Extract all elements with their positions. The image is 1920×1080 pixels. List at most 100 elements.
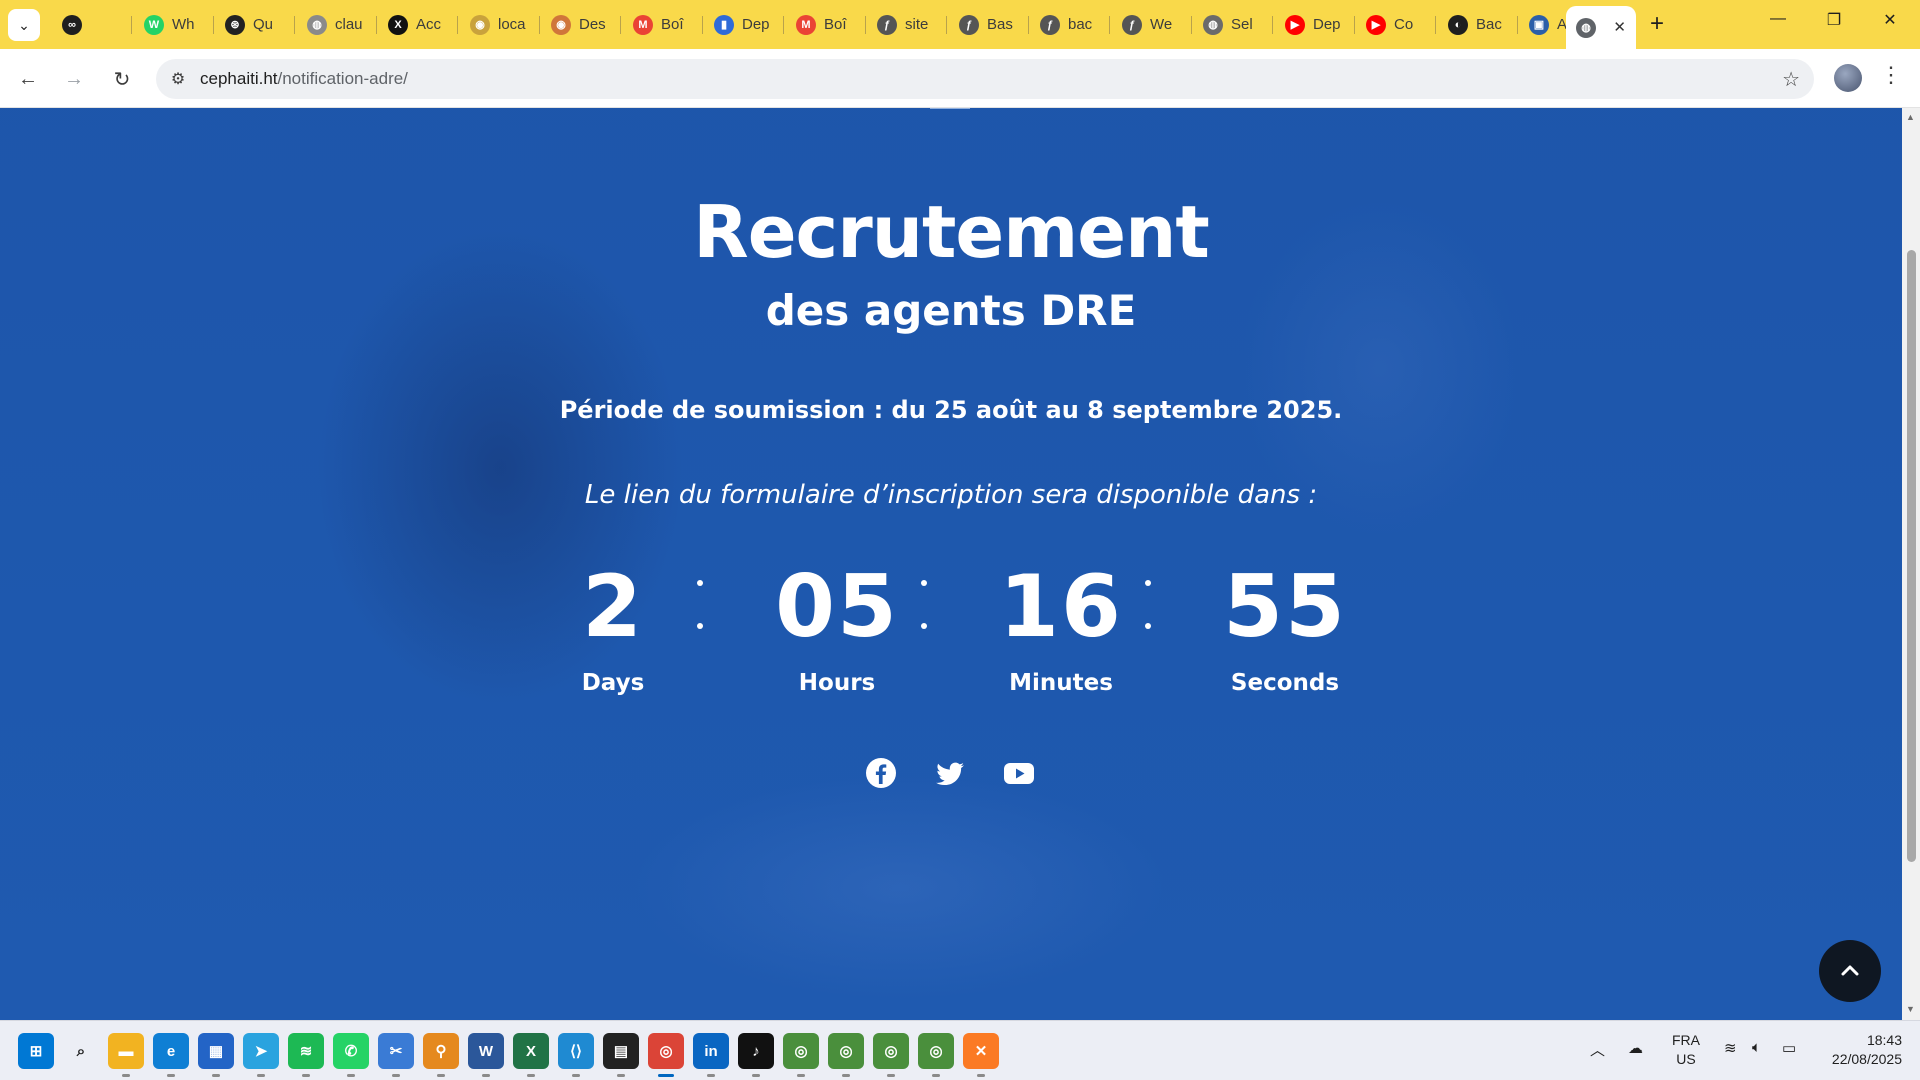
- search-icon[interactable]: ⌕: [63, 1033, 99, 1069]
- tab-0[interactable]: ∞: [52, 8, 132, 41]
- page-scrollbar[interactable]: ▲ ▼: [1902, 108, 1920, 1020]
- countdown-hours-value: 05: [775, 557, 899, 657]
- tab-8[interactable]: ▮ Dep: [704, 8, 784, 41]
- tab-separator: [1354, 16, 1355, 34]
- terminal-icon[interactable]: ▤: [603, 1033, 639, 1069]
- tab-17[interactable]: ◐ Bac: [1438, 8, 1518, 41]
- tab-15[interactable]: ▶ Dep: [1275, 8, 1355, 41]
- wifi-icon[interactable]: ≋: [1724, 1039, 1737, 1057]
- url-host: cephaiti.ht: [200, 69, 278, 88]
- tab-separator: [620, 16, 621, 34]
- tab-13[interactable]: ƒ We: [1112, 8, 1192, 41]
- running-indicator: [167, 1074, 175, 1077]
- site-info-icon[interactable]: ⚙: [160, 61, 196, 97]
- tab-1[interactable]: W Wh: [134, 8, 214, 41]
- edge-icon[interactable]: e: [153, 1033, 189, 1069]
- battery-icon[interactable]: ▭: [1782, 1039, 1796, 1057]
- tab-search-button[interactable]: ⌄: [8, 9, 40, 41]
- tab-4[interactable]: X Acc: [378, 8, 458, 41]
- scroll-down-arrow-icon[interactable]: ▼: [1906, 1004, 1915, 1014]
- chrome-profile-icon[interactable]: ◎: [828, 1033, 864, 1069]
- page-title: Recrutement: [693, 190, 1210, 274]
- avatar-icon: ◉: [470, 14, 490, 35]
- language-primary: FRA: [1672, 1032, 1700, 1048]
- language-indicator[interactable]: FRA US: [1672, 1031, 1700, 1069]
- volume-icon[interactable]: 🔈︎: [1752, 1039, 1761, 1056]
- scroll-to-top-button[interactable]: [1819, 940, 1881, 1002]
- tiktok-icon[interactable]: ♪: [738, 1033, 774, 1069]
- tab-label: Dep: [1313, 16, 1341, 33]
- doc-icon: ▮: [714, 14, 734, 35]
- tab-separator: [1517, 16, 1518, 34]
- vscode-icon[interactable]: ⟨⟩: [558, 1033, 594, 1069]
- tab-separator: [131, 16, 132, 34]
- taskbar: ⊞ ⌕ ▬ e ▦ ➤ ≋ ✆ ✂ ⚲ W X ⟨⟩ ▤ ◎ in ♪ ◎ ◎ ◎ ◎ ✕ ︿ ☁ FRA US ≋ 🔈︎…: [0, 1020, 1920, 1080]
- onedrive-offline-icon[interactable]: ☁: [1628, 1039, 1643, 1057]
- facebook-icon[interactable]: [864, 756, 898, 790]
- globe-icon: ◍: [307, 14, 327, 35]
- tab-separator: [539, 16, 540, 34]
- tab-7[interactable]: M Boî: [623, 8, 703, 41]
- tab-separator: [865, 16, 866, 34]
- telegram-icon[interactable]: ➤: [243, 1033, 279, 1069]
- bookmark-star-icon[interactable]: ☆: [1782, 67, 1800, 92]
- file-explorer-icon[interactable]: ▬: [108, 1033, 144, 1069]
- countdown-separator: [696, 580, 704, 630]
- tab-active[interactable]: ◍ ✕: [1566, 6, 1636, 49]
- browser-menu-icon[interactable]: ⋮: [1880, 62, 1902, 88]
- close-window-button[interactable]: ✕: [1870, 10, 1910, 30]
- snipping-tool-icon[interactable]: ✂: [378, 1033, 414, 1069]
- system-clock[interactable]: 18:43 22/08/2025: [1820, 1031, 1902, 1069]
- running-indicator: [887, 1074, 895, 1077]
- feather-icon: ƒ: [1122, 14, 1142, 35]
- xampp-icon[interactable]: ✕: [963, 1033, 999, 1069]
- tab-14[interactable]: ◍ Sel: [1193, 8, 1273, 41]
- chrome-profile-icon[interactable]: ◎: [873, 1033, 909, 1069]
- running-indicator: [752, 1074, 760, 1077]
- tab-6[interactable]: ◉ Des: [541, 8, 621, 41]
- chrome-profile-icon[interactable]: ◎: [783, 1033, 819, 1069]
- tab-12[interactable]: ƒ bac: [1030, 8, 1110, 41]
- chrome-icon[interactable]: ◎: [648, 1033, 684, 1069]
- countdown-days-value: 2: [582, 557, 644, 657]
- twitter-icon[interactable]: [933, 756, 967, 790]
- tab-label: Des: [579, 16, 606, 33]
- chevron-up-icon: [1841, 965, 1859, 976]
- tab-16[interactable]: ▶ Co: [1356, 8, 1436, 41]
- running-indicator: [302, 1074, 310, 1077]
- youtube-icon[interactable]: [1002, 756, 1036, 790]
- spotify-icon[interactable]: ≋: [288, 1033, 324, 1069]
- forward-button[interactable]: →: [58, 63, 90, 95]
- back-button[interactable]: ←: [12, 63, 44, 95]
- linkedin-icon[interactable]: in: [693, 1033, 729, 1069]
- tab-3[interactable]: ◍ clau: [297, 8, 377, 41]
- tab-label: Dep: [742, 16, 770, 33]
- restore-button[interactable]: ❐: [1814, 10, 1854, 30]
- store-icon[interactable]: ▦: [198, 1033, 234, 1069]
- url-text[interactable]: cephaiti.ht/notification-adre/: [200, 69, 408, 89]
- url-path: /notification-adre/: [277, 69, 408, 88]
- infinity-icon: ∞: [62, 14, 82, 35]
- tab-5[interactable]: ◉ loca: [460, 8, 540, 41]
- tab-2[interactable]: ⊛ Qu: [215, 8, 295, 41]
- reload-button[interactable]: ↻: [106, 63, 138, 95]
- tab-10[interactable]: ƒ site: [867, 8, 947, 41]
- scroll-up-arrow-icon[interactable]: ▲: [1906, 112, 1915, 122]
- profile-avatar[interactable]: [1834, 64, 1862, 92]
- scroll-thumb[interactable]: [1907, 250, 1916, 862]
- start-icon[interactable]: ⊞: [18, 1033, 54, 1069]
- tab-11[interactable]: ƒ Bas: [949, 8, 1029, 41]
- tab-label: site: [905, 16, 929, 33]
- whatsapp-icon[interactable]: ✆: [333, 1033, 369, 1069]
- excel-icon[interactable]: X: [513, 1033, 549, 1069]
- close-tab-icon[interactable]: ✕: [1613, 18, 1626, 36]
- tab-9[interactable]: M Boî: [786, 8, 866, 41]
- show-hidden-icons-icon[interactable]: ︿: [1590, 1039, 1605, 1060]
- running-indicator: [347, 1074, 355, 1077]
- magnifier-icon[interactable]: ⚲: [423, 1033, 459, 1069]
- minimize-button[interactable]: —: [1758, 10, 1798, 28]
- new-tab-button[interactable]: +: [1650, 11, 1664, 37]
- word-icon[interactable]: W: [468, 1033, 504, 1069]
- address-bar[interactable]: ⚙ cephaiti.ht/notification-adre/ ☆: [156, 59, 1814, 99]
- chrome-profile-icon[interactable]: ◎: [918, 1033, 954, 1069]
